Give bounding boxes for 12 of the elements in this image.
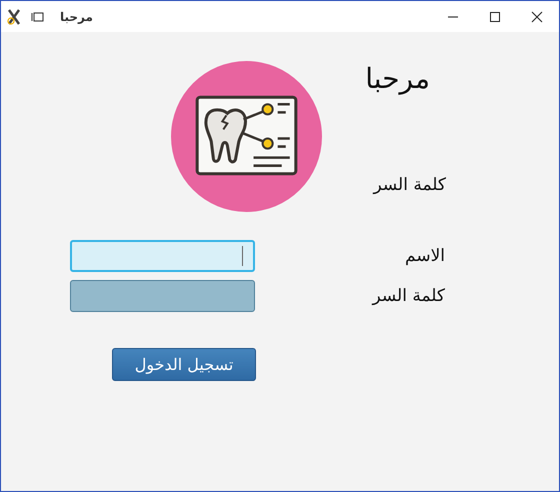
input-field[interactable] (70, 280, 255, 312)
close-icon (531, 10, 543, 22)
password-caption: كلمة السر (373, 174, 446, 197)
maximize-icon (489, 10, 501, 22)
window-title: مرحبا (60, 10, 93, 24)
tools-icon (7, 8, 21, 26)
field-label: كلمة السر (372, 286, 445, 306)
field-label: الاسم (405, 246, 445, 266)
input-field[interactable] (70, 240, 255, 272)
login-button[interactable]: تسجيل الدخول (112, 348, 256, 381)
greeting-heading: مرحبا (365, 61, 430, 97)
window-menu-icon[interactable] (31, 12, 44, 22)
